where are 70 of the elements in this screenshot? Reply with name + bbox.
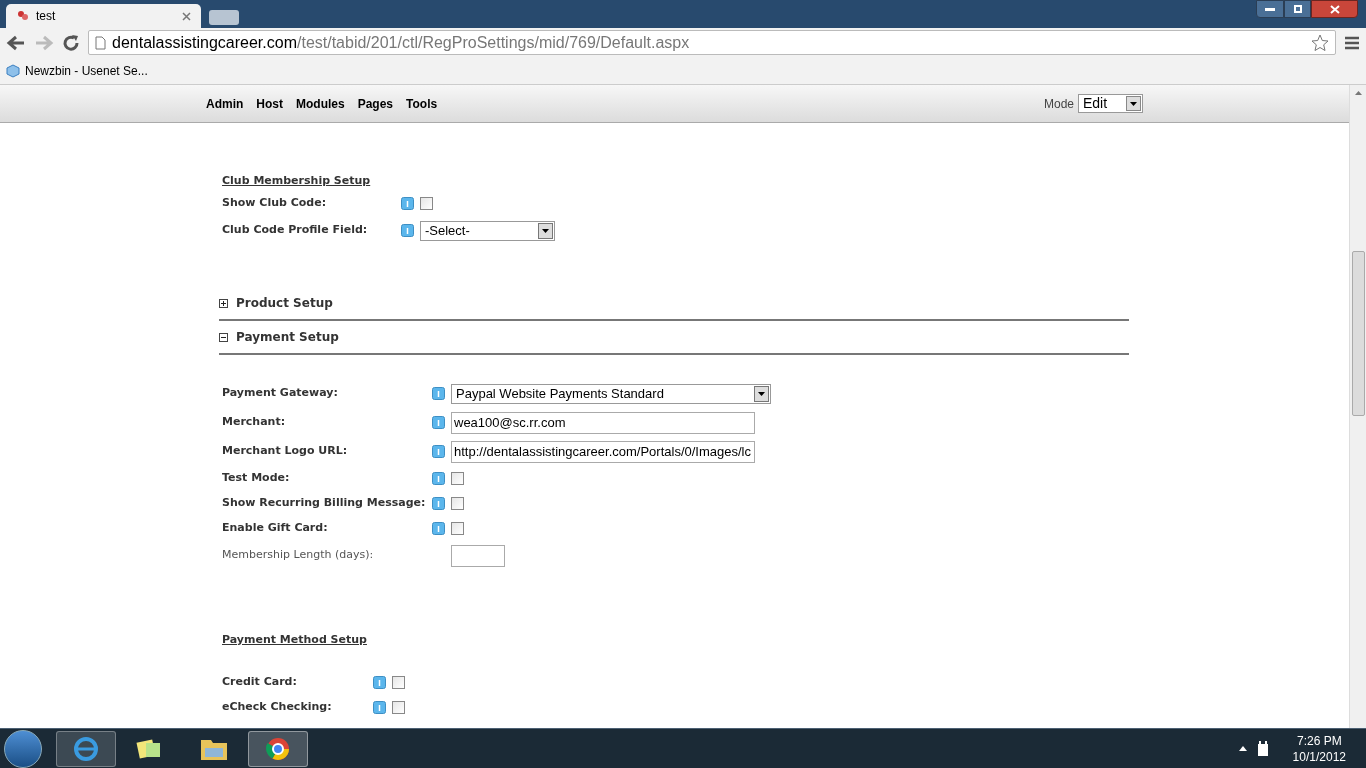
checkbox[interactable] — [451, 497, 464, 510]
field-label: Show Recurring Billing Message: — [222, 495, 427, 512]
start-button[interactable] — [4, 729, 42, 768]
help-icon[interactable] — [432, 445, 445, 458]
restore-button[interactable] — [1284, 0, 1311, 18]
scrollbar[interactable] — [1349, 85, 1366, 728]
tab-title: test — [36, 8, 57, 25]
field-label: eCheck Checking: — [222, 699, 333, 716]
clock-date: 10/1/2012 — [1292, 748, 1346, 765]
help-icon[interactable] — [401, 224, 414, 237]
field-label: Enable Gift Card: — [222, 520, 329, 537]
scroll-up-icon[interactable] — [1354, 91, 1362, 95]
field-label: Merchant: — [222, 414, 287, 431]
dropdown[interactable]: Paypal Website Payments Standard — [451, 383, 771, 404]
checkbox[interactable] — [392, 676, 405, 689]
field-label: Credit Card: — [222, 674, 298, 691]
help-icon[interactable] — [432, 416, 445, 429]
text-field[interactable]: wea100@sc.rr.com — [451, 411, 755, 434]
field-label: Payment Gateway: — [222, 385, 339, 402]
field-label: Membership Length (days): — [222, 547, 375, 564]
expand-icon[interactable] — [219, 298, 228, 308]
browser-tab[interactable]: test — [6, 4, 201, 28]
minimize-button[interactable] — [1256, 0, 1284, 18]
field-label: Show Club Code: — [222, 195, 328, 212]
section-heading: Payment Method Setup — [222, 632, 368, 648]
menu-item[interactable]: Admin — [206, 94, 244, 113]
mode-label: Mode — [1043, 95, 1074, 113]
browser-taskbar-icon[interactable] — [56, 730, 116, 767]
checkbox[interactable] — [392, 701, 405, 714]
collapse-icon[interactable] — [219, 332, 228, 342]
menu-item[interactable]: Host — [256, 94, 283, 113]
mode-dropdown[interactable]: Edit — [1078, 94, 1143, 113]
checkbox[interactable] — [420, 197, 433, 210]
field-label: Merchant Logo URL: — [222, 443, 349, 460]
back-icon[interactable] — [6, 34, 26, 51]
dropdown[interactable]: -Select- — [420, 220, 555, 241]
address-bar[interactable]: dentalassistingcareer.com/test/tabid/201/ctl/RegProSettings/mid/769/Default.aspx — [88, 30, 1336, 55]
help-icon[interactable] — [373, 701, 386, 714]
cube-icon — [6, 63, 20, 78]
input-field[interactable] — [451, 544, 505, 567]
page-icon — [95, 35, 106, 50]
reload-icon[interactable] — [62, 33, 80, 52]
help-icon[interactable] — [373, 676, 386, 689]
text-field[interactable]: http://dentalassistingcareer.com/Portals/0/Images/lc — [451, 440, 755, 463]
field-label: Test Mode: — [222, 470, 291, 487]
field-label: Club Code Profile Field: — [222, 222, 369, 239]
power-plug-icon[interactable] — [1256, 740, 1269, 757]
clock-time: 7:26 PM — [1296, 732, 1342, 749]
scrollbar-thumb[interactable] — [1351, 251, 1365, 416]
help-icon[interactable] — [432, 522, 445, 535]
menu-item[interactable]: Tools — [406, 94, 438, 113]
help-icon[interactable] — [432, 387, 445, 400]
menu-item[interactable]: Modules — [296, 94, 345, 113]
close-window-button[interactable] — [1311, 0, 1358, 18]
caret-icon[interactable] — [1238, 746, 1247, 751]
menu-icon[interactable] — [1344, 35, 1360, 50]
help-icon[interactable] — [432, 472, 445, 485]
url-text: dentalassistingcareer.com/test/tabid/201/ctl/RegProSettings/mid/769/Default.aspx — [112, 32, 691, 53]
bookmark[interactable]: Newzbin - Usenet Se... — [6, 61, 148, 80]
checkbox[interactable] — [451, 472, 464, 485]
help-icon[interactable] — [432, 497, 445, 510]
star-icon[interactable] — [1311, 33, 1329, 52]
help-icon[interactable] — [401, 197, 414, 210]
panel-header[interactable]: Product Setup — [219, 287, 1129, 321]
checkbox[interactable] — [451, 522, 464, 535]
section-heading: Club Membership Setup — [222, 173, 372, 189]
chrome-taskbar-icon[interactable] — [248, 730, 308, 767]
panel-header[interactable]: Payment Setup — [219, 321, 1129, 355]
menu-item[interactable]: Pages — [357, 94, 394, 113]
close-icon[interactable] — [182, 11, 191, 21]
